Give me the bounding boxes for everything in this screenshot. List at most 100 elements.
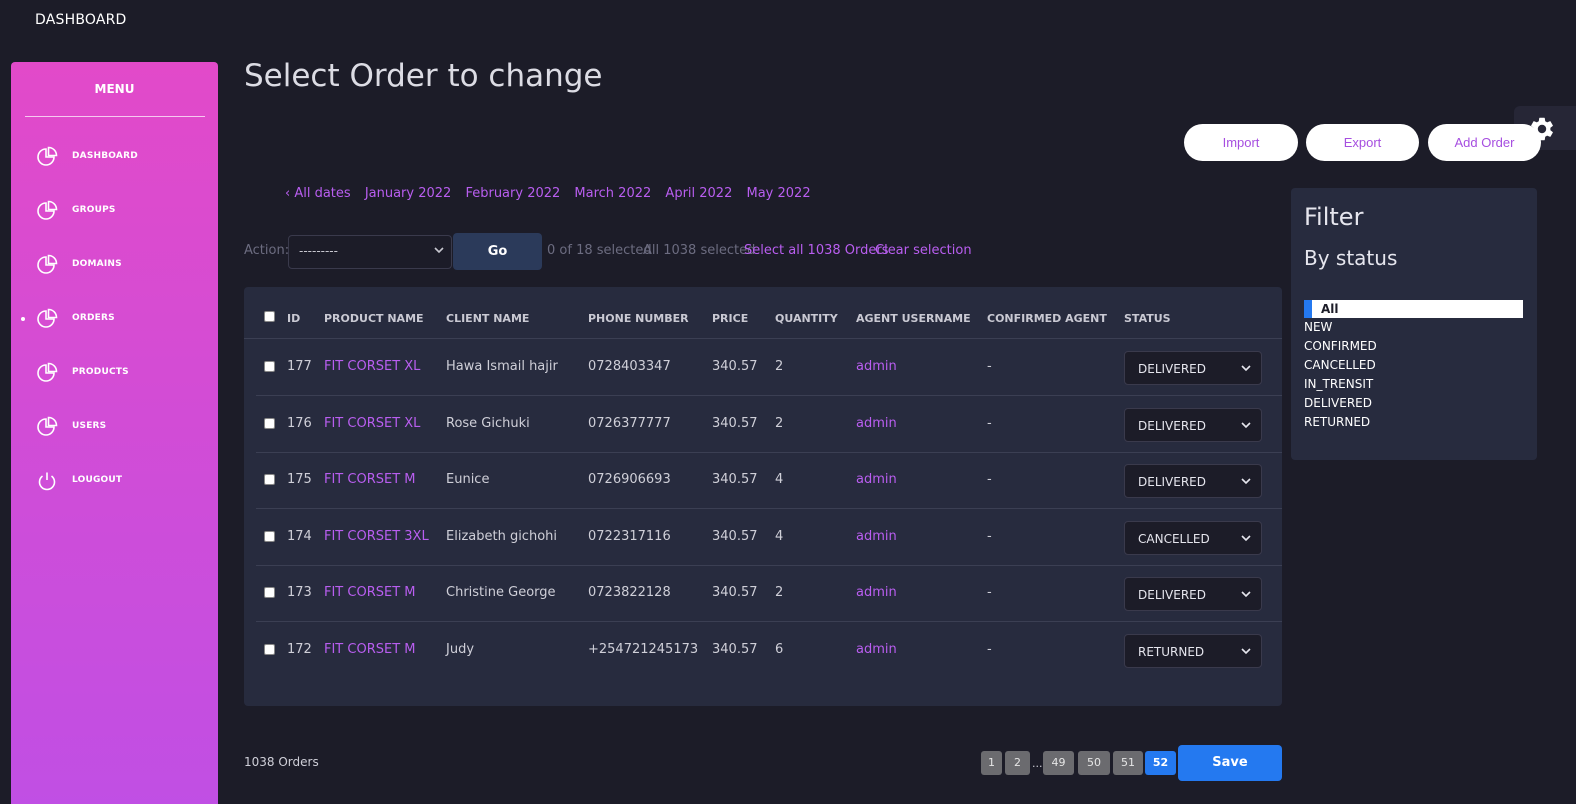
menu-title: MENU xyxy=(94,82,135,96)
page-link[interactable]: 49 xyxy=(1043,751,1074,775)
result-count: 1038 Orders xyxy=(244,755,319,769)
date-link[interactable]: January 2022 xyxy=(365,186,452,201)
filter-option[interactable]: RETURNED xyxy=(1304,415,1370,429)
phone-number: 0722317116 xyxy=(588,529,671,544)
confirmed-agent: - xyxy=(987,472,992,487)
row-checkbox[interactable] xyxy=(264,418,275,429)
status-select[interactable]: DELIVERED xyxy=(1124,351,1262,385)
sidebar-item-domains[interactable]: DOMAINS xyxy=(11,250,218,280)
product-link[interactable]: FIT CORSET M xyxy=(324,472,415,487)
status-value: RETURNED xyxy=(1138,645,1205,659)
date-link[interactable]: May 2022 xyxy=(747,186,811,201)
status-select[interactable]: DELIVERED xyxy=(1124,464,1262,498)
order-id: 177 xyxy=(287,359,312,374)
sidebar-item-users[interactable]: USERS xyxy=(11,412,218,442)
column-header[interactable]: CONFIRMED AGENT xyxy=(987,312,1107,325)
status-select[interactable]: DELIVERED xyxy=(1124,577,1262,611)
sidebar-item-label: ORDERS xyxy=(72,313,115,323)
price: 340.57 xyxy=(712,585,758,600)
pie-chart-icon xyxy=(36,200,58,222)
filter-option[interactable]: NEW xyxy=(1304,320,1332,334)
row-checkbox[interactable] xyxy=(264,474,275,485)
phone-number: 0723822128 xyxy=(588,585,671,600)
sidebar-item-label: LOUGOUT xyxy=(72,475,123,485)
agent-link[interactable]: admin xyxy=(856,642,897,657)
save-button[interactable]: Save xyxy=(1178,745,1282,781)
import-button[interactable]: Import xyxy=(1184,124,1298,161)
client-name: Judy xyxy=(446,642,475,657)
date-link[interactable]: February 2022 xyxy=(465,186,560,201)
filter-option[interactable]: CONFIRMED xyxy=(1304,339,1377,353)
column-header[interactable]: PHONE NUMBER xyxy=(588,312,689,325)
filter-option-all[interactable]: All xyxy=(1304,300,1523,318)
page-link[interactable]: 1 xyxy=(981,751,1002,775)
client-name: Rose Gichuki xyxy=(446,416,530,431)
product-link[interactable]: FIT CORSET XL xyxy=(324,359,420,374)
column-header[interactable]: AGENT USERNAME xyxy=(856,312,971,325)
filter-subtitle: By status xyxy=(1304,246,1398,270)
row-checkbox[interactable] xyxy=(264,531,275,542)
topbar: DASHBOARD xyxy=(0,0,1576,44)
status-value: DELIVERED xyxy=(1138,419,1206,433)
row-checkbox[interactable] xyxy=(264,644,275,655)
quantity: 2 xyxy=(775,359,784,374)
export-button[interactable]: Export xyxy=(1306,124,1419,161)
product-link[interactable]: FIT CORSET XL xyxy=(324,416,420,431)
column-header[interactable]: QUANTITY xyxy=(775,312,838,325)
all-dates-link[interactable]: ‹ All dates xyxy=(285,186,351,201)
page-link[interactable]: 51 xyxy=(1113,751,1143,775)
agent-link[interactable]: admin xyxy=(856,529,897,544)
orders-table: ID PRODUCT NAME CLIENT NAME PHONE NUMBER… xyxy=(244,287,1282,706)
column-header[interactable]: CLIENT NAME xyxy=(446,312,529,325)
product-link[interactable]: FIT CORSET M xyxy=(324,585,415,600)
sidebar-item-groups[interactable]: GROUPS xyxy=(11,196,218,226)
select-all-link[interactable]: Select all 1038 Orders xyxy=(744,243,889,258)
row-checkbox[interactable] xyxy=(264,587,275,598)
phone-number: 0726906693 xyxy=(588,472,671,487)
confirmed-agent: - xyxy=(987,585,992,600)
column-header[interactable]: STATUS xyxy=(1124,312,1171,325)
status-select[interactable]: DELIVERED xyxy=(1124,408,1262,442)
status-select[interactable]: CANCELLED xyxy=(1124,521,1262,555)
row-checkbox[interactable] xyxy=(264,361,275,372)
sidebar-item-dashboard[interactable]: DASHBOARD xyxy=(11,142,218,172)
product-link[interactable]: FIT CORSET M xyxy=(324,642,415,657)
confirmed-agent: - xyxy=(987,642,992,657)
menu-divider xyxy=(25,116,205,117)
filter-panel: Filter By status All NEW CONFIRMED CANCE… xyxy=(1291,188,1537,460)
sidebar-item-products[interactable]: PRODUCTS xyxy=(11,358,218,388)
page-link[interactable]: 2 xyxy=(1005,751,1030,775)
all-selected-text: All 1038 selected xyxy=(643,243,756,258)
filter-option[interactable]: DELIVERED xyxy=(1304,396,1372,410)
filter-title: Filter xyxy=(1304,203,1364,231)
order-id: 176 xyxy=(287,416,312,431)
filter-option[interactable]: IN_TRENSIT xyxy=(1304,377,1373,391)
agent-link[interactable]: admin xyxy=(856,359,897,374)
column-header[interactable]: PRODUCT NAME xyxy=(324,312,424,325)
power-icon xyxy=(36,470,58,492)
sidebar: MENU DASHBOARD GROUPS DOMAINS ORDERS PRO… xyxy=(11,62,218,804)
order-id: 175 xyxy=(287,472,312,487)
action-select[interactable]: --------- xyxy=(288,235,452,269)
add-order-button[interactable]: Add Order xyxy=(1428,124,1541,161)
column-header[interactable]: PRICE xyxy=(712,312,748,325)
clear-selection-link[interactable]: Clear selection xyxy=(875,243,972,258)
status-select[interactable]: RETURNED xyxy=(1124,634,1262,668)
brand-title[interactable]: DASHBOARD xyxy=(35,12,127,28)
filter-option[interactable]: CANCELLED xyxy=(1304,358,1376,372)
product-link[interactable]: FIT CORSET 3XL xyxy=(324,529,429,544)
date-link[interactable]: March 2022 xyxy=(574,186,651,201)
status-value: DELIVERED xyxy=(1138,588,1206,602)
column-header[interactable]: ID xyxy=(287,312,300,325)
go-button[interactable]: Go xyxy=(453,233,542,270)
agent-link[interactable]: admin xyxy=(856,585,897,600)
select-all-checkbox[interactable] xyxy=(264,311,275,322)
action-select-value: --------- xyxy=(299,244,338,258)
table-row: 173 FIT CORSET M Christine George 072382… xyxy=(256,565,1282,622)
date-link[interactable]: April 2022 xyxy=(665,186,732,201)
agent-link[interactable]: admin xyxy=(856,416,897,431)
agent-link[interactable]: admin xyxy=(856,472,897,487)
page-link[interactable]: 50 xyxy=(1078,751,1110,775)
sidebar-item-logout[interactable]: LOUGOUT xyxy=(11,466,218,496)
sidebar-item-orders[interactable]: ORDERS xyxy=(11,304,218,334)
